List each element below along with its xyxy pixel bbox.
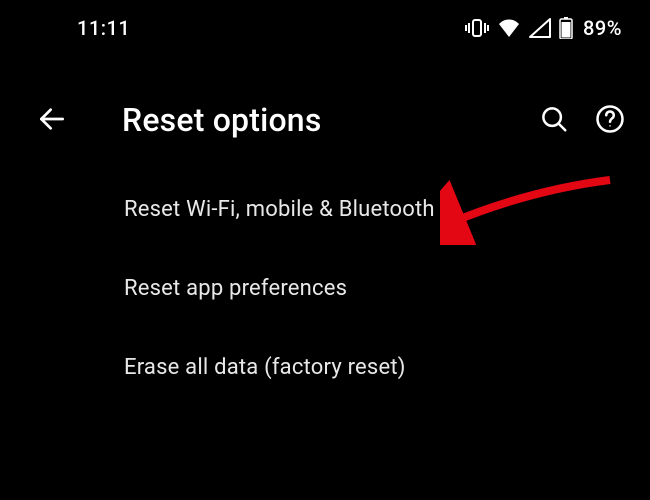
vibrate-icon (465, 18, 489, 38)
wifi-icon (497, 18, 521, 38)
battery-percentage: 89% (583, 16, 622, 40)
options-list: Reset Wi-Fi, mobile & Bluetooth Reset ap… (0, 160, 650, 407)
status-icons: 89% (465, 16, 622, 40)
search-button[interactable] (530, 96, 578, 144)
option-reset-app-preferences[interactable]: Reset app preferences (0, 249, 650, 328)
header: Reset options (0, 80, 650, 160)
page-title: Reset options (122, 101, 522, 139)
status-bar: 11:11 (0, 0, 650, 56)
battery-icon (559, 17, 573, 39)
screen: 11:11 (0, 0, 650, 500)
search-icon (539, 104, 569, 137)
option-reset-wifi-mobile-bluetooth[interactable]: Reset Wi-Fi, mobile & Bluetooth (0, 170, 650, 249)
arrow-back-icon (36, 103, 68, 138)
help-icon (595, 104, 625, 137)
option-erase-all-data[interactable]: Erase all data (factory reset) (0, 328, 650, 407)
status-time: 11:11 (77, 16, 130, 40)
back-button[interactable] (28, 96, 76, 144)
help-button[interactable] (586, 96, 634, 144)
cell-signal-icon (529, 18, 551, 38)
